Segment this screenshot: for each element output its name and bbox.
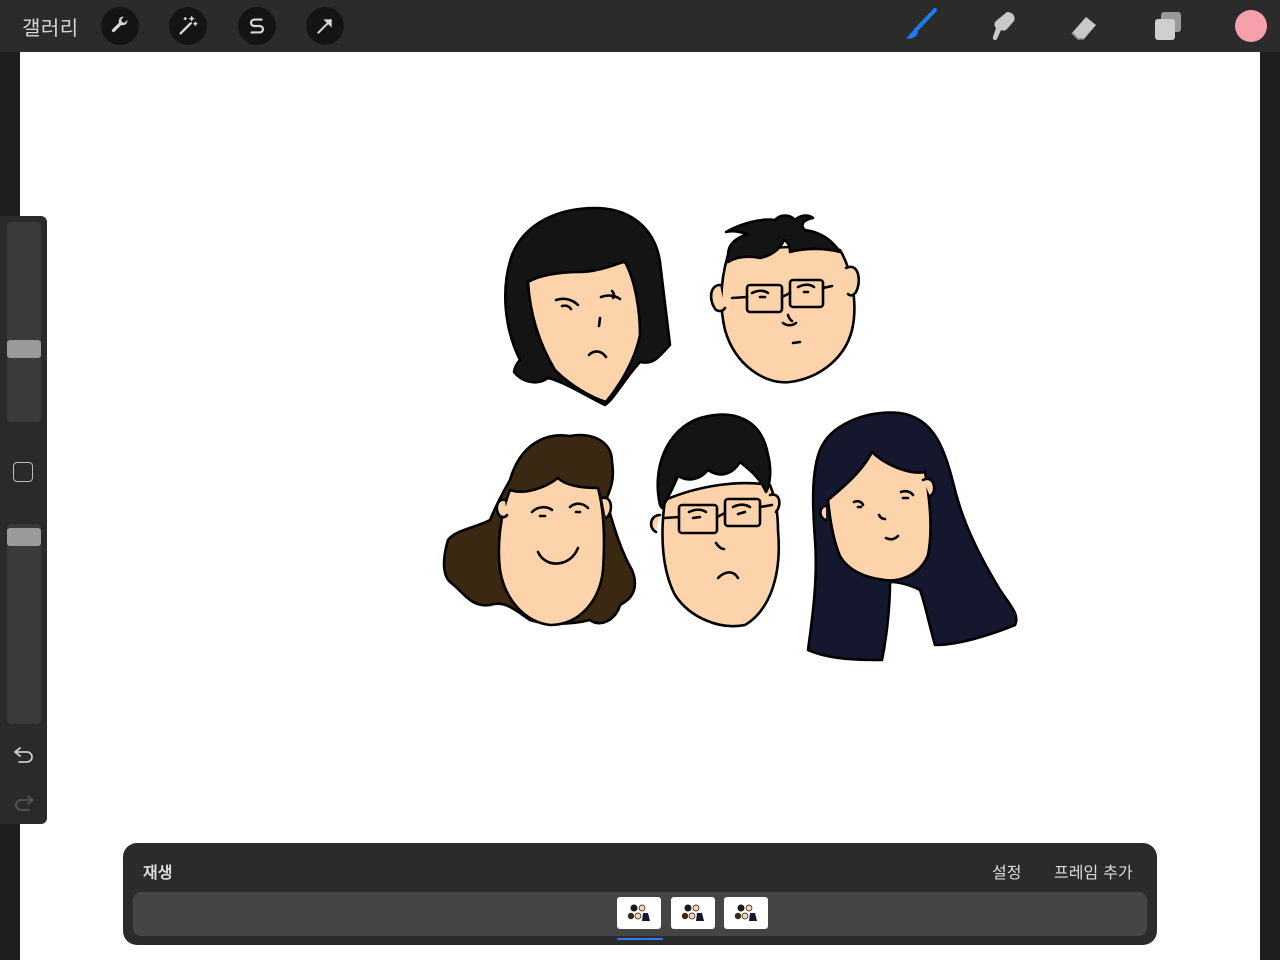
eraser-icon[interactable] (1067, 8, 1103, 44)
face-top-left (504, 206, 672, 407)
brush-size-slider[interactable] (7, 222, 41, 422)
frame-2-preview (681, 904, 704, 921)
arrow-icon[interactable] (306, 7, 344, 45)
frame-thumbnail-1[interactable] (617, 897, 661, 929)
play-button[interactable]: 재생 (143, 859, 172, 883)
frame-1-preview (627, 904, 650, 921)
frame-3-preview (734, 904, 757, 921)
selection-s-icon[interactable] (238, 7, 276, 45)
face-bottom-left (442, 433, 637, 627)
opacity-slider[interactable] (7, 524, 41, 724)
gallery-button[interactable]: 갤러리 (22, 12, 79, 41)
redo-icon[interactable] (12, 790, 36, 814)
animation-assist-panel: 재생 설정 프레임 추가 (123, 843, 1157, 945)
face-top-right (709, 214, 860, 384)
brush-icon[interactable] (902, 8, 938, 44)
modifier-square-icon[interactable] (13, 462, 33, 482)
wrench-icon[interactable] (101, 7, 139, 45)
smudge-icon[interactable] (984, 8, 1020, 44)
layers-icon[interactable] (1150, 8, 1186, 44)
left-sidebar (0, 216, 47, 824)
add-frame-button[interactable]: 프레임 추가 (1054, 859, 1133, 883)
selected-frame-indicator (617, 938, 663, 940)
drawing-canvas[interactable] (20, 52, 1260, 960)
settings-button[interactable]: 설정 (992, 859, 1021, 883)
frame-thumbnail-2[interactable] (671, 897, 715, 929)
color-picker-swatch[interactable] (1235, 10, 1267, 42)
opacity-slider-thumb[interactable] (7, 528, 41, 546)
undo-icon[interactable] (12, 742, 36, 766)
frame-thumbnail-3[interactable] (724, 897, 768, 929)
drawing-illustration (442, 206, 1018, 662)
brush-size-slider-thumb[interactable] (7, 340, 41, 358)
frame-timeline (133, 892, 1147, 936)
top-toolbar: 갤러리 (0, 0, 1280, 52)
magic-wand-icon[interactable] (169, 7, 207, 45)
face-bottom-middle (649, 413, 781, 628)
face-bottom-right (806, 411, 1018, 662)
